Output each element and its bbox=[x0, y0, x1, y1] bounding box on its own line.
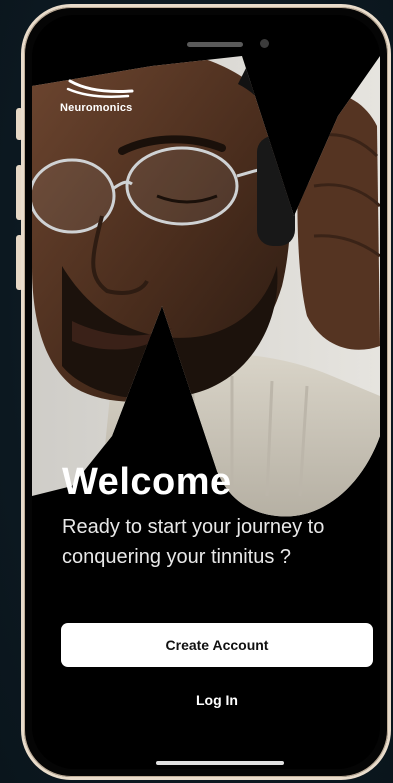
brand-name: Neuromonics bbox=[60, 102, 133, 114]
log-in-button[interactable]: Log In bbox=[167, 685, 267, 715]
create-account-button[interactable]: Create Account bbox=[61, 623, 373, 667]
app-screen: Neuromonics Welcome Ready to start your … bbox=[32, 15, 380, 769]
presentation-background: Neuromonics Welcome Ready to start your … bbox=[0, 0, 393, 783]
speaker-bar bbox=[187, 42, 243, 47]
welcome-title: Welcome bbox=[62, 461, 232, 503]
welcome-subtitle: Ready to start your journey to conquerin… bbox=[62, 516, 325, 568]
phone-frame: Neuromonics Welcome Ready to start your … bbox=[21, 4, 391, 780]
brand-logo: Neuromonics bbox=[60, 77, 170, 122]
wave-logo-icon bbox=[66, 79, 134, 98]
front-camera bbox=[260, 39, 269, 48]
home-indicator[interactable] bbox=[156, 761, 284, 765]
